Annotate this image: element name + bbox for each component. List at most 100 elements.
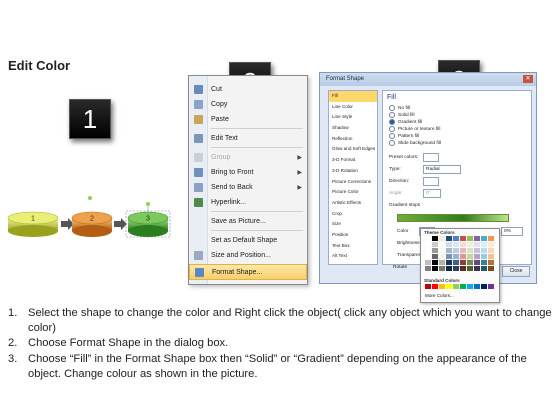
nav-item-line-color[interactable]: Line Color (329, 102, 377, 113)
color-swatch[interactable] (439, 248, 445, 253)
color-swatch[interactable] (488, 266, 494, 271)
nav-item-shadow[interactable]: Shadow (329, 123, 377, 134)
color-swatch[interactable] (460, 284, 466, 289)
color-swatch[interactable] (467, 242, 473, 247)
color-swatch[interactable] (460, 266, 466, 271)
color-swatch[interactable] (488, 242, 494, 247)
nav-item-picture-color[interactable]: Picture Color (329, 187, 377, 198)
menu-item-group[interactable]: Group ▶ (189, 150, 307, 165)
color-swatch[interactable] (453, 254, 459, 259)
nav-item-fill[interactable]: Fill (329, 91, 377, 102)
radio-picture-fill[interactable]: Picture or texture fill (389, 126, 440, 132)
color-swatch[interactable] (453, 266, 459, 271)
color-swatch[interactable] (481, 260, 487, 265)
radio-no-fill[interactable]: No fill (389, 105, 410, 111)
color-swatch[interactable] (446, 284, 452, 289)
color-swatch[interactable] (439, 242, 445, 247)
color-swatch[interactable] (474, 266, 480, 271)
color-swatch[interactable] (439, 284, 445, 289)
color-swatch[interactable] (467, 266, 473, 271)
color-swatch[interactable] (488, 284, 494, 289)
color-swatch[interactable] (488, 236, 494, 241)
color-swatch[interactable] (446, 248, 452, 253)
nav-item-reflection[interactable]: Reflection (329, 134, 377, 145)
color-swatch[interactable] (446, 236, 452, 241)
color-swatch[interactable] (453, 248, 459, 253)
color-swatch[interactable] (460, 242, 466, 247)
color-swatch[interactable] (432, 254, 438, 259)
shapes-diagram[interactable]: 1 2 3 (0, 190, 190, 250)
color-swatch[interactable] (453, 236, 459, 241)
gradient-stops-bar[interactable] (397, 214, 509, 222)
menu-item-copy[interactable]: Copy (189, 97, 307, 112)
color-swatch[interactable] (467, 236, 473, 241)
nav-item-glow[interactable]: Glow and Soft Edges (329, 144, 377, 155)
color-swatch[interactable] (425, 266, 431, 271)
nav-item-size[interactable]: Size (329, 219, 377, 230)
angle-input[interactable]: 0° (423, 189, 441, 198)
color-swatch[interactable] (439, 266, 445, 271)
color-swatch[interactable] (425, 242, 431, 247)
nav-item-text-box[interactable]: Text Box (329, 241, 377, 252)
cylinder-shape-2[interactable]: 2 (71, 211, 113, 237)
nav-item-3d-format[interactable]: 3-D Format (329, 155, 377, 166)
color-swatch[interactable] (467, 284, 473, 289)
radio-gradient-fill[interactable]: Gradient fill (389, 119, 422, 125)
color-swatch[interactable] (474, 254, 480, 259)
color-swatch[interactable] (488, 260, 494, 265)
color-swatch[interactable] (425, 284, 431, 289)
color-swatch[interactable] (488, 254, 494, 259)
menu-item-format-shape[interactable]: Format Shape... (189, 264, 307, 280)
color-swatch[interactable] (481, 266, 487, 271)
color-swatch[interactable] (460, 260, 466, 265)
color-swatch[interactable] (446, 266, 452, 271)
menu-item-paste[interactable]: Paste (189, 112, 307, 127)
close-icon[interactable]: ✕ (523, 75, 533, 83)
menu-item-set-default-shape[interactable]: Set as Default Shape (189, 233, 307, 248)
color-swatch[interactable] (432, 284, 438, 289)
nav-item-line-style[interactable]: Line Style (329, 112, 377, 123)
color-swatch[interactable] (481, 254, 487, 259)
color-swatch[interactable] (481, 242, 487, 247)
color-swatch[interactable] (474, 242, 480, 247)
color-swatch[interactable] (432, 260, 438, 265)
color-swatch[interactable] (425, 254, 431, 259)
nav-item-crop[interactable]: Crop (329, 209, 377, 220)
cylinder-shape-3-selected[interactable]: 3 (125, 202, 171, 238)
nav-item-position[interactable]: Position (329, 230, 377, 241)
nav-item-3d-rotation[interactable]: 3-D Rotation (329, 166, 377, 177)
color-swatch[interactable] (460, 248, 466, 253)
color-swatch[interactable] (481, 236, 487, 241)
color-swatch[interactable] (453, 284, 459, 289)
cylinder-shape-1[interactable]: 1 (7, 211, 59, 237)
direction-dropdown[interactable] (423, 177, 439, 186)
position-input[interactable]: 0% (501, 227, 523, 236)
color-swatch[interactable] (481, 284, 487, 289)
color-swatch[interactable] (425, 236, 431, 241)
color-swatch[interactable] (453, 260, 459, 265)
color-swatch[interactable] (439, 254, 445, 259)
radio-pattern-fill[interactable]: Pattern fill (389, 133, 419, 139)
color-swatch[interactable] (453, 242, 459, 247)
color-swatch[interactable] (446, 260, 452, 265)
menu-item-send-to-back[interactable]: Send to Back ▶ (189, 180, 307, 195)
menu-item-bring-to-front[interactable]: Bring to Front ▶ (189, 165, 307, 180)
theme-color-grid[interactable] (425, 236, 494, 271)
color-swatch[interactable] (432, 242, 438, 247)
color-swatch[interactable] (474, 248, 480, 253)
nav-item-picture-corrections[interactable]: Picture Corrections (329, 177, 377, 188)
preset-colors-dropdown[interactable] (423, 153, 439, 162)
close-button[interactable]: Close (502, 266, 530, 277)
menu-item-cut[interactable]: Cut (189, 82, 307, 97)
color-swatch[interactable] (432, 266, 438, 271)
color-swatch[interactable] (474, 236, 480, 241)
color-swatch[interactable] (425, 248, 431, 253)
color-swatch[interactable] (467, 260, 473, 265)
radio-slide-background-fill[interactable]: Slide background fill (389, 140, 441, 146)
color-swatch[interactable] (439, 260, 445, 265)
rotate-label[interactable]: Rotate (393, 265, 407, 270)
menu-item-edit-text[interactable]: Edit Text (189, 131, 307, 146)
color-swatch[interactable] (432, 248, 438, 253)
color-swatch[interactable] (432, 236, 438, 241)
color-swatch[interactable] (474, 284, 480, 289)
